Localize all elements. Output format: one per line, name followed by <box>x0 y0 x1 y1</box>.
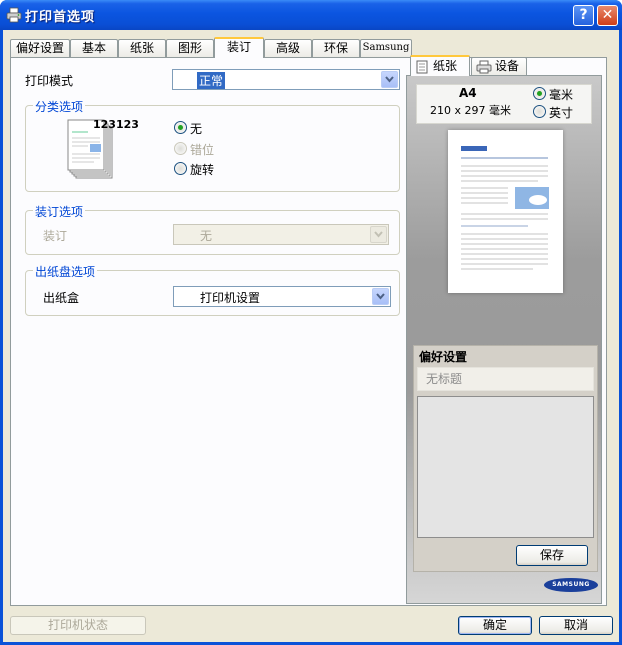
tab-graphics[interactable]: 图形 <box>166 39 214 57</box>
chevron-down-icon[interactable] <box>372 288 389 305</box>
favorites-title: 偏好设置 <box>419 350 468 364</box>
printer-icon <box>476 60 492 74</box>
close-icon: ✕ <box>601 7 614 23</box>
output-tray-label: 出纸盒 <box>43 291 80 305</box>
samsung-logo: SAMSUNG <box>544 578 598 592</box>
collate-group-title: 分类选项 <box>33 98 86 115</box>
radio-dot <box>537 91 542 96</box>
collate-none-label: 无 <box>190 122 203 136</box>
save-button[interactable]: 保存 <box>516 545 588 566</box>
tab-label: 高级 <box>275 41 300 55</box>
output-tray-group: 出纸盘选项 出纸盒 打印机设置 <box>25 263 400 316</box>
printer-icon <box>6 7 22 23</box>
dialog-window: 打印首选项 ? ✕ 偏好设置 基本 纸张 图形 装订 高级 环保 Samsung… <box>0 0 622 645</box>
printer-status-button[interactable]: 打印机状态 <box>10 616 146 635</box>
unit-inch-label: 英寸 <box>549 106 574 120</box>
unit-mm-label: 毫米 <box>549 88 574 102</box>
paper-name: A4 <box>459 86 477 100</box>
binding-select[interactable]: 无 <box>173 224 389 245</box>
help-icon: ? <box>579 7 588 23</box>
radio-circle <box>174 142 187 155</box>
binding-group-title: 装订选项 <box>33 203 86 220</box>
tab-label: 纸张 <box>433 59 458 73</box>
title-bar[interactable]: 打印首选项 ? ✕ <box>0 0 622 30</box>
tab-eco[interactable]: 环保 <box>312 39 360 57</box>
tab-label: 图形 <box>177 41 202 55</box>
tab-advanced[interactable]: 高级 <box>264 39 312 57</box>
tab-label: Samsung <box>362 42 410 53</box>
print-mode-select[interactable]: 正常 <box>172 69 400 90</box>
collate-offset-label: 错位 <box>190 143 215 157</box>
tab-label: 装订 <box>226 40 251 54</box>
collate-rotate-label: 旋转 <box>190 163 215 177</box>
tab-finishing[interactable]: 装订 <box>214 37 264 58</box>
output-tray-value: 打印机设置 <box>200 291 261 305</box>
radio-circle <box>174 121 187 134</box>
binding-group: 装订选项 装订 无 <box>25 203 400 255</box>
tab-preferences[interactable]: 偏好设置 <box>10 39 70 57</box>
tab-label: 环保 <box>323 41 348 55</box>
collate-group: 分类选项 123123 无 错位 旋转 <box>25 98 400 192</box>
paper-icon <box>416 60 428 74</box>
chevron-down-icon[interactable] <box>370 226 387 243</box>
tab-samsung[interactable]: Samsung <box>360 39 412 57</box>
output-tray-group-title: 出纸盘选项 <box>33 263 98 280</box>
output-tray-select[interactable]: 打印机设置 <box>173 286 391 307</box>
tab-label: 基本 <box>81 41 106 55</box>
binding-value: 无 <box>200 229 213 243</box>
page-preview <box>448 130 563 293</box>
ok-button[interactable]: 确定 <box>458 616 532 635</box>
tab-paper[interactable]: 纸张 <box>118 39 166 57</box>
tab-label: 偏好设置 <box>15 41 64 55</box>
dialog-client: 偏好设置 基本 纸张 图形 装订 高级 环保 Samsung 打印模式 正常 分… <box>3 30 619 642</box>
favorites-panel: 偏好设置 无标题 保存 <box>413 345 598 572</box>
print-mode-value: 正常 <box>197 72 226 89</box>
tab-label: 设备 <box>495 59 520 73</box>
collate-sample-text: 123123 <box>93 118 139 131</box>
tab-basic[interactable]: 基本 <box>70 39 118 57</box>
help-button[interactable]: ? <box>573 5 594 26</box>
window-title: 打印首选项 <box>25 10 96 25</box>
tab-preview-device[interactable]: 设备 <box>471 57 527 76</box>
binding-label: 装订 <box>43 229 68 243</box>
radio-dot <box>178 125 183 130</box>
radio-circle <box>533 87 546 100</box>
cancel-button[interactable]: 取消 <box>539 616 613 635</box>
close-button[interactable]: ✕ <box>597 5 618 26</box>
tab-label: 纸张 <box>129 41 154 55</box>
print-mode-label: 打印模式 <box>25 74 74 88</box>
paper-size: 210 x 297 毫米 <box>430 104 511 117</box>
radio-circle <box>533 105 546 118</box>
page-preview-content <box>461 146 549 270</box>
favorites-name-field[interactable]: 无标题 <box>417 367 594 391</box>
radio-circle <box>174 162 187 175</box>
paper-info: A4 210 x 297 毫米 毫米 英寸 <box>416 84 592 124</box>
preview-pane: A4 210 x 297 毫米 毫米 英寸 偏好设置 无标题 保存 SAMSUN… <box>406 75 602 604</box>
chevron-down-icon[interactable] <box>381 71 398 88</box>
favorites-list[interactable] <box>417 396 594 538</box>
tab-preview-paper[interactable]: 纸张 <box>410 55 470 76</box>
